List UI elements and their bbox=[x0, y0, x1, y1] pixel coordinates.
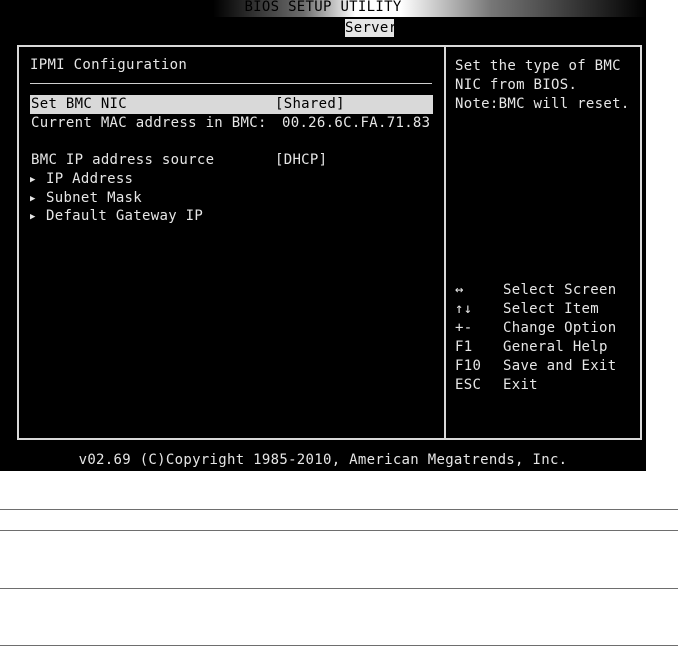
bios-title: BIOS SETUP UTILITY bbox=[244, 0, 402, 15]
submenu-label: Subnet Mask bbox=[46, 190, 143, 206]
submenu-ip-address[interactable]: ▶ IP Address bbox=[30, 170, 133, 189]
mac-address-value: 00.26.6C.FA.71.83 bbox=[282, 115, 431, 131]
key-desc: Select Screen bbox=[503, 282, 617, 298]
key-row: ↑↓ Select Item bbox=[455, 300, 635, 319]
key-desc: Exit bbox=[503, 377, 538, 393]
key-label: ESC bbox=[455, 377, 482, 393]
table-rule-1 bbox=[0, 509, 678, 510]
key-label: F10 bbox=[455, 358, 482, 374]
key-desc: Save and Exit bbox=[503, 358, 617, 374]
key-legend: ↔ Select Screen ↑↓ Select Item +- Change Op… bbox=[455, 281, 635, 395]
submenu-subnet-mask[interactable]: ▶ Subnet Mask bbox=[30, 189, 142, 208]
submenu-default-gateway[interactable]: ▶ Default Gateway IP bbox=[30, 207, 203, 226]
submenu-label: Default Gateway IP bbox=[46, 208, 204, 224]
ip-source-row[interactable]: BMC IP address source [DHCP] bbox=[30, 151, 433, 170]
mac-address-label: Current MAC address in BMC: bbox=[31, 115, 267, 131]
key-desc: Select Item bbox=[503, 301, 600, 317]
ip-source-label: BMC IP address source bbox=[31, 152, 215, 168]
title-bar: BIOS SETUP UTILITY bbox=[0, 0, 646, 17]
help-line: Set the type of BMC bbox=[455, 58, 621, 74]
help-line: Note:BMC will reset. bbox=[455, 96, 630, 112]
submenu-label: IP Address bbox=[46, 171, 134, 187]
key-label: +- bbox=[455, 320, 473, 336]
triangle-right-icon: ▶ bbox=[30, 212, 36, 222]
key-label: ↑↓ bbox=[455, 301, 473, 317]
table-rule-3 bbox=[0, 588, 678, 589]
copyright-footer: v02.69 (C)Copyright 1985-2010, American … bbox=[78, 452, 568, 468]
bios-screen: BIOS SETUP UTILITY Server IPMI Configura… bbox=[0, 0, 646, 471]
set-bmc-nic-row[interactable]: Set BMC NIC [Shared] bbox=[30, 95, 433, 114]
help-line: NIC from BIOS. bbox=[455, 77, 578, 93]
key-row: +- Change Option bbox=[455, 319, 635, 338]
section-rule bbox=[30, 83, 432, 84]
mac-address-row: Current MAC address in BMC: 00.26.6C.FA.… bbox=[30, 114, 433, 133]
help-text: Set the type of BMC NIC from BIOS. Note:… bbox=[455, 57, 635, 114]
key-row: F10 Save and Exit bbox=[455, 357, 635, 376]
key-row: ↔ Select Screen bbox=[455, 281, 635, 300]
key-desc: General Help bbox=[503, 339, 608, 355]
key-row: F1 General Help bbox=[455, 338, 635, 357]
key-label: F1 bbox=[455, 339, 473, 355]
triangle-right-icon: ▶ bbox=[30, 175, 36, 185]
tab-server[interactable]: Server bbox=[345, 19, 397, 37]
table-rule-2 bbox=[0, 530, 678, 531]
key-label: ↔ bbox=[455, 282, 464, 298]
set-bmc-nic-label: Set BMC NIC bbox=[31, 96, 128, 112]
panel-divider bbox=[444, 45, 446, 440]
ip-source-value[interactable]: [DHCP] bbox=[275, 151, 327, 170]
key-desc: Change Option bbox=[503, 320, 617, 336]
set-bmc-nic-value[interactable]: [Shared] bbox=[275, 95, 345, 114]
section-title: IPMI Configuration bbox=[30, 57, 188, 73]
key-row: ESC Exit bbox=[455, 376, 635, 395]
